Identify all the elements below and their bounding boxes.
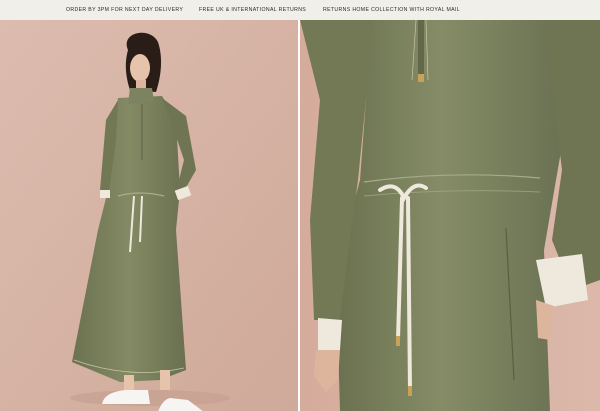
promo-free-returns[interactable]: FREE UK & INTERNATIONAL RETURNS [199,0,306,20]
model-full-length-photo[interactable] [0,20,298,411]
model-illustration [0,20,298,411]
product-image-gallery [0,20,600,411]
promo-next-day-delivery[interactable]: ORDER BY 3PM FOR NEXT DAY DELIVERY [66,0,183,20]
promo-royal-mail-returns[interactable]: RETURNS HOME COLLECTION WITH ROYAL MAIL [323,0,460,20]
dress-detail-closeup-photo[interactable] [300,20,600,411]
detail-illustration [300,20,600,411]
promo-bar: ORDER BY 3PM FOR NEXT DAY DELIVERY FREE … [0,0,600,20]
